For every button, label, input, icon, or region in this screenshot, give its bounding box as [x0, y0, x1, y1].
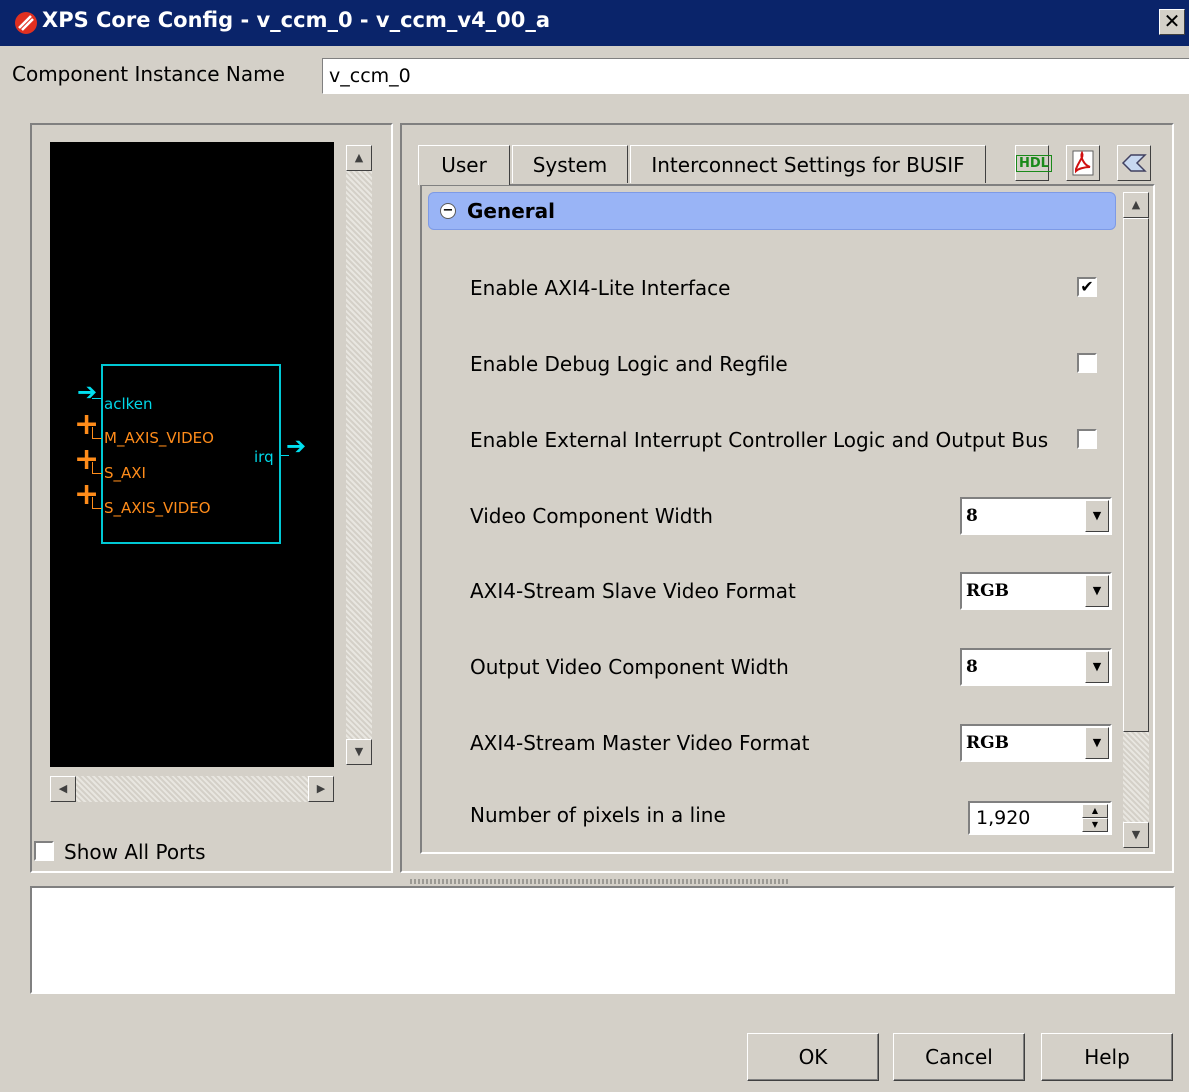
scroll-left-button[interactable]: ◀	[50, 776, 76, 802]
axi4-lite-label: Enable AXI4-Lite Interface	[470, 276, 731, 300]
change-log-button[interactable]	[1117, 145, 1151, 181]
dropdown-arrow-icon[interactable]: ▼	[1085, 575, 1109, 607]
hdl-icon: HDL	[1016, 155, 1052, 172]
slave-format-label: AXI4-Stream Slave Video Format	[470, 579, 796, 603]
port-m-axis-video[interactable]: M_AXIS_VIDEO	[104, 429, 214, 447]
port-line	[92, 508, 102, 509]
port-s-axis-video[interactable]: S_AXIS_VIDEO	[104, 499, 211, 517]
triangle-up-icon: ▲	[354, 151, 364, 164]
help-button[interactable]: Help	[1041, 1033, 1173, 1081]
pixels-per-line-value[interactable]: 1,920	[976, 807, 1030, 829]
scroll-up-button[interactable]: ▲	[1123, 192, 1149, 218]
video-width-select[interactable]: 8 ▼	[960, 497, 1112, 535]
port-line	[92, 398, 102, 399]
dropdown-arrow-icon[interactable]: ▼	[1085, 651, 1109, 683]
group-title: General	[467, 199, 555, 223]
ok-button[interactable]: OK	[747, 1033, 879, 1081]
dropdown-arrow-icon[interactable]: ▼	[1085, 500, 1109, 532]
show-all-ports-label: Show All Ports	[64, 840, 206, 864]
dropdown-arrow-icon[interactable]: ▼	[1085, 727, 1109, 759]
debug-logic-checkbox[interactable]	[1077, 353, 1097, 373]
triangle-right-icon: ▶	[316, 782, 326, 795]
pixels-per-line-spinner[interactable]: 1,920 ▲ ▼	[968, 801, 1112, 835]
xilinx-logo-icon	[15, 12, 37, 34]
master-format-label: AXI4-Stream Master Video Format	[470, 731, 810, 755]
symbol-vertical-scrollbar[interactable]	[346, 145, 372, 765]
axi4-lite-checkbox[interactable]: ✔	[1077, 277, 1097, 297]
pane-splitter[interactable]	[410, 879, 790, 884]
port-irq[interactable]: irq	[254, 448, 274, 466]
output-width-select[interactable]: 8 ▼	[960, 648, 1112, 686]
output-width-label: Output Video Component Width	[470, 655, 789, 679]
port-s-axi[interactable]: S_AXI	[104, 464, 146, 482]
cancel-button[interactable]: Cancel	[893, 1033, 1025, 1081]
message-area	[30, 886, 1175, 994]
debug-logic-label: Enable Debug Logic and Regfile	[470, 352, 788, 376]
bus-port-plus-icon[interactable]: +	[74, 480, 99, 510]
port-line	[92, 438, 102, 439]
datasheet-button[interactable]	[1066, 145, 1100, 181]
tab-system[interactable]: System	[512, 145, 628, 183]
scroll-right-button[interactable]: ▶	[308, 776, 334, 802]
slave-format-value: RGB	[966, 581, 1010, 601]
bus-port-plus-icon[interactable]: +	[74, 410, 99, 440]
window-title: XPS Core Config - v_ccm_0 - v_ccm_v4_00_…	[42, 8, 551, 32]
triangle-down-icon: ▼	[1131, 828, 1141, 841]
scroll-down-button[interactable]: ▼	[346, 739, 372, 765]
output-arrow-icon: ➔	[286, 432, 307, 460]
scroll-up-button[interactable]: ▲	[346, 145, 372, 171]
port-aclken[interactable]: aclken	[104, 395, 153, 413]
close-button[interactable]: ✕	[1159, 9, 1185, 35]
tab-interconnect-settings[interactable]: Interconnect Settings for BUSIF	[630, 145, 986, 183]
instance-name-label: Component Instance Name	[12, 62, 285, 86]
pixels-per-line-label: Number of pixels in a line	[470, 803, 726, 827]
master-format-value: RGB	[966, 733, 1010, 753]
port-line	[92, 473, 102, 474]
intc-logic-label: Enable External Interrupt Controller Log…	[470, 428, 1049, 452]
spin-down-icon[interactable]: ▼	[1082, 818, 1108, 832]
scrollbar-thumb[interactable]	[1123, 218, 1149, 732]
scroll-down-button[interactable]: ▼	[1123, 822, 1149, 848]
output-width-value: 8	[966, 657, 978, 677]
collapse-icon[interactable]: −	[440, 203, 456, 219]
video-width-label: Video Component Width	[470, 504, 713, 528]
instance-name-input[interactable]	[322, 58, 1189, 94]
triangle-left-icon: ◀	[58, 782, 68, 795]
change-log-icon	[1121, 154, 1147, 172]
intc-logic-checkbox[interactable]	[1077, 429, 1097, 449]
tab-user[interactable]: User	[418, 145, 510, 185]
triangle-up-icon: ▲	[1131, 198, 1141, 211]
pdf-datasheet-icon	[1072, 150, 1094, 176]
close-icon: ✕	[1163, 9, 1181, 33]
symbol-horizontal-scrollbar[interactable]	[50, 776, 334, 802]
slave-format-select[interactable]: RGB ▼	[960, 572, 1112, 610]
video-width-value: 8	[966, 506, 978, 526]
triangle-down-icon: ▼	[354, 745, 364, 758]
hdl-button[interactable]: HDL	[1015, 145, 1052, 181]
bus-port-plus-icon[interactable]: +	[74, 445, 99, 475]
master-format-select[interactable]: RGB ▼	[960, 724, 1112, 762]
show-all-ports-checkbox[interactable]	[34, 841, 54, 861]
input-arrow-icon: ➔	[77, 378, 98, 406]
spin-up-icon[interactable]: ▲	[1082, 804, 1108, 818]
